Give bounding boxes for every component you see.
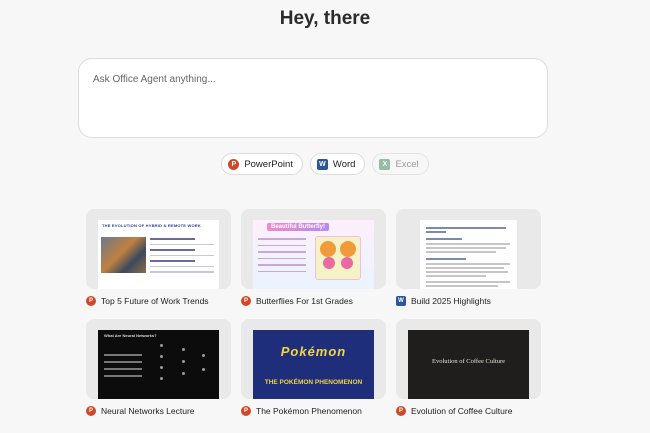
slide-preview: What Are Neural Networks? [98, 330, 219, 399]
slide-preview: Pokémon THE POKÉMON PHENOMENON [253, 330, 374, 399]
card-title: Build 2025 Highlights [411, 296, 491, 306]
slide-photo [101, 237, 146, 273]
powerpoint-icon: P [241, 296, 251, 306]
card-future-of-work[interactable]: THE EVOLUTION OF HYBRID & REMOTE WORK P … [86, 209, 231, 306]
chip-label: Excel [395, 158, 419, 170]
powerpoint-icon: P [86, 406, 96, 416]
card-thumbnail: Pokémon THE POKÉMON PHENOMENON [241, 319, 386, 399]
pokemon-logo: Pokémon [280, 344, 347, 359]
prompt-box[interactable] [78, 58, 548, 138]
slide-preview: Beautiful Butterfly! [253, 220, 374, 289]
chip-label: Word [332, 158, 356, 170]
chip-label: PowerPoint [244, 158, 293, 170]
prompt-input[interactable] [91, 73, 539, 86]
card-build-2025[interactable]: W Build 2025 Highlights [396, 209, 541, 306]
card-thumbnail [396, 209, 541, 289]
card-title: Butterflies For 1st Grades [256, 296, 353, 306]
card-title: Top 5 Future of Work Trends [101, 296, 209, 306]
card-thumbnail: Beautiful Butterfly! [241, 209, 386, 289]
app-selector: P PowerPoint W Word X Excel [0, 153, 650, 175]
card-pokemon[interactable]: Pokémon THE POKÉMON PHENOMENON P The Pok… [241, 319, 386, 416]
card-title: Evolution of Coffee Culture [411, 406, 513, 416]
document-preview [420, 220, 517, 289]
word-chip[interactable]: W Word [309, 153, 366, 175]
card-thumbnail: What Are Neural Networks? [86, 319, 231, 399]
slide-heading: Beautiful Butterfly! [267, 223, 329, 231]
page-title: Hey, there [279, 8, 371, 29]
slide-heading: What Are Neural Networks? [104, 333, 157, 338]
card-butterflies[interactable]: Beautiful Butterfly! P Butterflies For 1… [241, 209, 386, 306]
powerpoint-icon: P [241, 406, 251, 416]
word-icon: W [316, 158, 328, 170]
slide-preview: Evolution of Coffee Culture [408, 330, 529, 399]
butterfly-illustration [315, 236, 361, 280]
slide-subtitle: THE POKÉMON PHENOMENON [264, 379, 363, 386]
slide-heading: THE EVOLUTION OF HYBRID & REMOTE WORK [102, 223, 201, 228]
card-neural-networks[interactable]: What Are Neural Networks? P Neural Netwo… [86, 319, 231, 416]
excel-icon: X [379, 158, 391, 170]
powerpoint-chip[interactable]: P PowerPoint [221, 153, 303, 175]
powerpoint-icon: P [396, 406, 406, 416]
slide-text-lines [150, 238, 214, 277]
excel-chip[interactable]: X Excel [372, 153, 429, 175]
powerpoint-icon: P [228, 158, 240, 170]
card-title: The Pokémon Phenomenon [256, 406, 362, 416]
slide-text-lines [258, 238, 306, 277]
word-icon: W [396, 296, 406, 306]
slide-heading: Evolution of Coffee Culture [432, 358, 505, 365]
slide-preview: THE EVOLUTION OF HYBRID & REMOTE WORK [98, 220, 219, 289]
card-title: Neural Networks Lecture [101, 406, 195, 416]
card-thumbnail: THE EVOLUTION OF HYBRID & REMOTE WORK [86, 209, 231, 289]
powerpoint-icon: P [86, 296, 96, 306]
card-thumbnail: Evolution of Coffee Culture [396, 319, 541, 399]
card-coffee-culture[interactable]: Evolution of Coffee Culture P Evolution … [396, 319, 541, 416]
